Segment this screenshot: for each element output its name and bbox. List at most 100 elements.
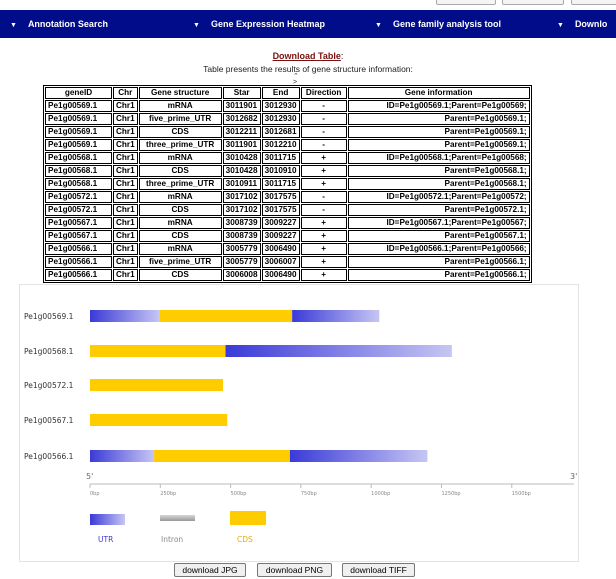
table-cell: 3017575 [261,204,300,216]
table-cell: + [300,165,347,177]
download-tiff-button[interactable]: download TIFF [342,563,415,577]
table-cell: Chr1 [113,126,138,138]
table-cell: ID=Pe1g00566.1;Parent=Pe1g00566; [347,243,530,255]
table-cell: mRNA [138,100,222,112]
caret-down-icon: ▼ [193,22,200,29]
table-cell: three_prime_UTR [138,178,222,190]
table-cell: 3017102 [222,204,261,216]
table-cell: Parent=Pe1g00566.1; [347,269,530,281]
table-cell: Chr1 [113,139,138,151]
download-png-button[interactable]: download PNG [257,563,332,577]
legend-label-utr: UTR [98,535,113,544]
table-cell: Pe1g00569.1 [45,139,112,151]
axis-tick-label: 250bp [160,491,176,497]
table-cell: 3005779 [222,256,261,268]
table-body: Pe1g00569.1 Chr1 mRNA 3011901 3012930- ID=Pe1… [45,100,530,281]
table-cell: 3005779 [222,243,261,255]
table-cell: Pe1g00568.1 [45,152,112,164]
table-cell: 3011901 [222,100,261,112]
table-cell: + [300,152,347,164]
table-cell: Chr1 [113,191,138,203]
axis-tick-label: 750bp [301,491,317,497]
table-cell: Chr1 [113,204,138,216]
table-row: Pe1g00567.1 Chr1 mRNA 3008739 3009227 + ID=Pe1… [45,217,530,229]
gene-label: Pe1g00568.1 [24,347,74,356]
table-cell: CDS [138,230,222,242]
utr-segment [225,345,452,357]
column-header: geneID [45,87,112,99]
table-cell: Chr1 [113,243,138,255]
gene-label: Pe1g00567.1 [24,416,74,425]
top-control-mid[interactable] [502,0,564,5]
table-cell: Chr1 [113,230,138,242]
table-cell: 3006490 [261,269,300,281]
table-cell: - [300,191,347,203]
table-row: Pe1g00569.1 Chr1 mRNA 3011901 3012930- ID=Pe1… [45,100,530,112]
nav-gene-family-tool[interactable]: ▼ Gene family analysis tool [375,10,501,38]
table-cell: - [300,139,347,151]
table-cell: ID=Pe1g00567.1;Parent=Pe1g00567; [347,217,530,229]
table-cell: 3012930 [261,100,300,112]
table-cell: Parent=Pe1g00568.1; [347,178,530,190]
axis-tick-label: 1500bp [512,491,531,497]
top-control-left[interactable] [436,0,496,5]
column-header: Direction [300,87,347,99]
table-row: Pe1g00572.1 Chr1 mRNA 3017102 3017575- ID=Pe1… [45,191,530,203]
cds-segment [154,450,290,462]
table-cell: Parent=Pe1g00569.1; [347,139,530,151]
table-cell: Pe1g00566.1 [45,269,112,281]
table-cell: Pe1g00566.1 [45,256,112,268]
table-cell: CDS [138,165,222,177]
nav-gene-expression-heatmap[interactable]: ▼ Gene Expression Heatmap [193,10,325,38]
table-cell: 3017102 [222,191,261,203]
table-cell: CDS [138,126,222,138]
table-cell: 3006008 [222,269,261,281]
table-cell: Pe1g00567.1 [45,217,112,229]
download-buttons: download JPG download PNG download TIFF [0,563,616,577]
table-cell: 3012682 [222,113,261,125]
column-header: End [261,87,300,99]
table-cell: 3011715 [261,152,300,164]
top-strip [0,0,616,10]
table-cell: Parent=Pe1g00566.1; [347,256,530,268]
table-cell: + [300,269,347,281]
gene-structure-svg: Pe1g00569.1 Pe1g00568.1 Pe1g00572.1 Pe1g005… [24,310,577,544]
gene-label: Pe1g00572.1 [24,381,74,390]
table-cell: Pe1g00572.1 [45,204,112,216]
table-cell: - [300,113,347,125]
table-cell: Pe1g00567.1 [45,230,112,242]
download-table-link[interactable]: Download Table [273,51,341,61]
gene-label: Pe1g00569.1 [24,312,74,321]
download-jpg-button[interactable]: download JPG [174,563,246,577]
cds-segment [90,345,226,357]
table-cell: mRNA [138,152,222,164]
table-cell: 3010428 [222,152,261,164]
nav-annotation-search[interactable]: ▼ Annotation Search [10,10,108,38]
table-cell: five_prime_UTR [138,256,222,268]
gene-label: Pe1g00566.1 [24,452,74,461]
utr-segment [292,310,380,322]
table-cell: - [300,126,347,138]
table-cell: 3010911 [222,178,261,190]
table-cell: mRNA [138,191,222,203]
table-cell: 3012930 [261,113,300,125]
top-control-right[interactable] [571,0,616,5]
legend-label-cds: CDS [237,535,253,544]
table-cell: + [300,256,347,268]
table-cell: 3006007 [261,256,300,268]
table-header-row: geneID Chr Gene structure Star End Direc… [45,87,530,99]
caret-down-icon: ▼ [557,22,564,29]
table-cell: 3012681 [261,126,300,138]
nav-download[interactable]: ▼ Downlo [557,10,607,38]
table-cell: three_prime_UTR [138,139,222,151]
table-cell: + [300,178,347,190]
nav-label: Gene family analysis tool [392,19,501,29]
utr-segment [90,450,155,462]
table-cell: 3010428 [222,165,261,177]
table-row: Pe1g00567.1 Chr1 CDS 3008739 3009227 + Parent=… [45,230,530,242]
column-header: Star [222,87,261,99]
table-cell: Chr1 [113,165,138,177]
table-cell: + [300,217,347,229]
table-row: Pe1g00568.1 Chr1 CDS 3010428 3010910 + Parent=… [45,165,530,177]
axis-tick-label: 0bp [90,491,100,497]
